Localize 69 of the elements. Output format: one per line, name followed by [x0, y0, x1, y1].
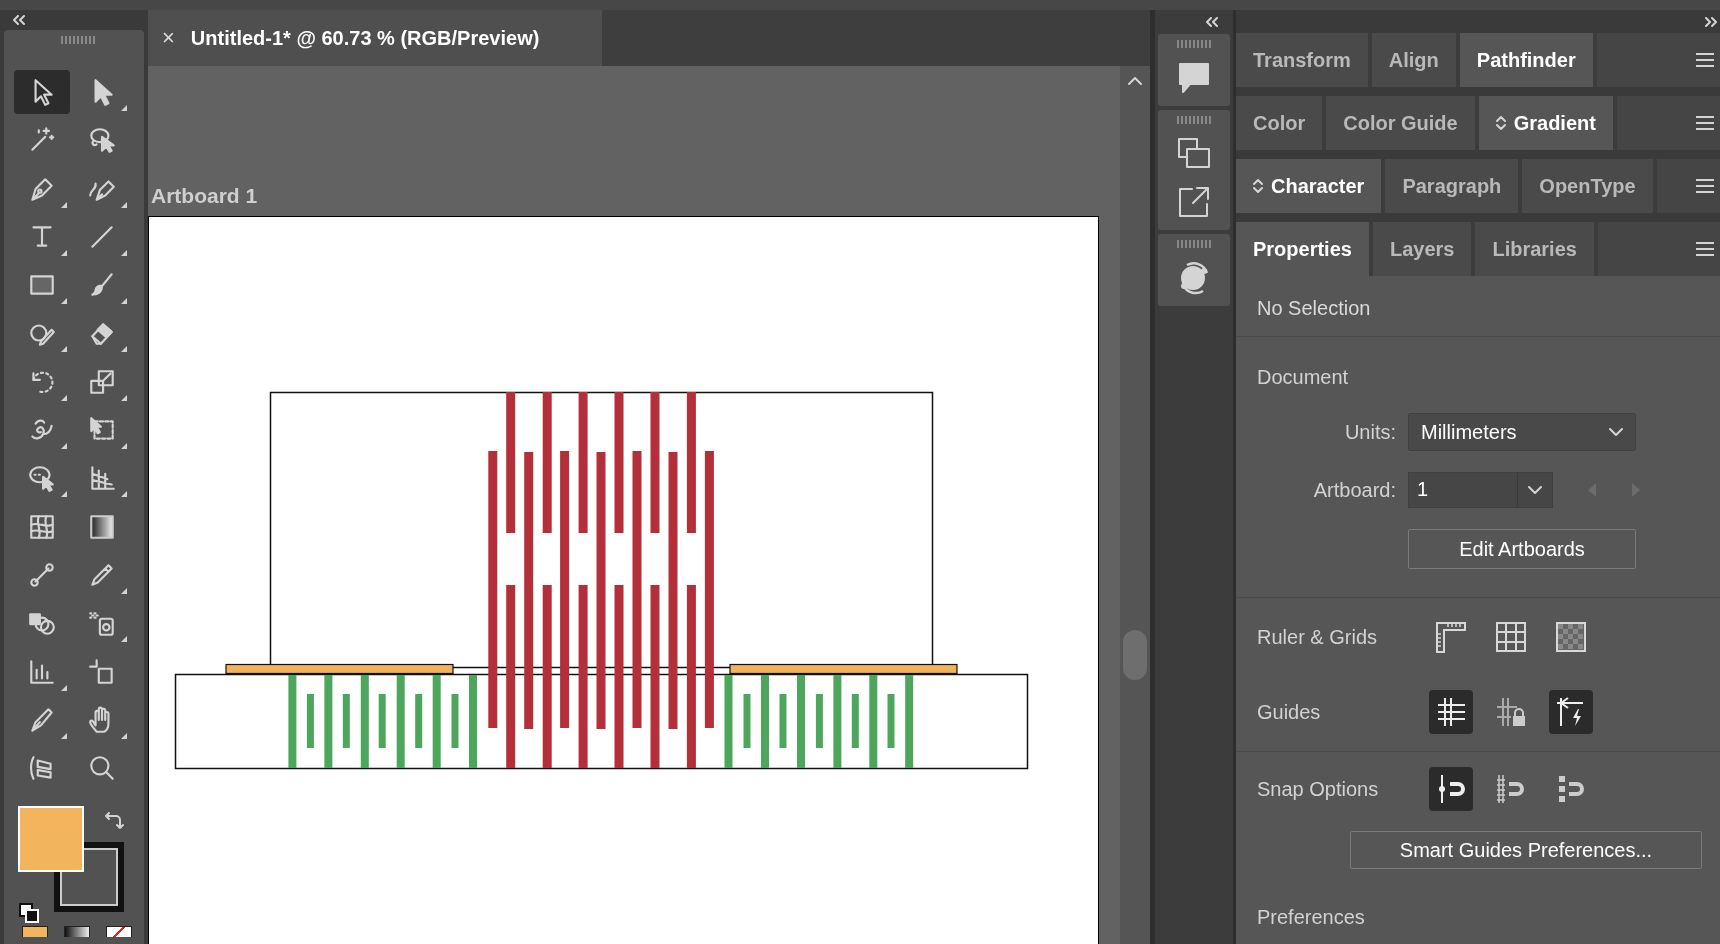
- checkerboard-icon: [1554, 620, 1588, 654]
- panel-menu-button[interactable]: [1696, 116, 1714, 130]
- edit-artboards-button[interactable]: Edit Artboards: [1408, 529, 1636, 569]
- panel-tab[interactable]: Transform: [1236, 33, 1372, 87]
- artboard-combo-box[interactable]: 1: [1408, 472, 1553, 508]
- panel-tab[interactable]: Libraries: [1475, 222, 1598, 276]
- menu-icon: [1696, 116, 1714, 130]
- double-chevron-icon: [12, 15, 26, 25]
- ruler-icon: [1434, 620, 1468, 654]
- panel-tab[interactable]: Layers: [1372, 222, 1476, 276]
- section-label: Guides: [1257, 700, 1322, 724]
- chevron-down-icon: [1609, 427, 1623, 437]
- grip-handle-icon: [1177, 116, 1211, 124]
- section-heading: Document: [1257, 365, 1349, 390]
- grid-icon: [1494, 620, 1528, 654]
- close-button[interactable]: ×: [160, 25, 177, 51]
- section-heading: Preferences: [1257, 905, 1365, 930]
- none-mode-icon[interactable]: [106, 926, 132, 938]
- panel-tab[interactable]: Gradient: [1478, 96, 1617, 150]
- export-icon: [1176, 184, 1212, 220]
- panel-menu-button[interactable]: [1696, 53, 1714, 67]
- toggle-button[interactable]: [1429, 767, 1473, 811]
- up-down-arrows-icon: [1253, 178, 1263, 194]
- scroll-thumb[interactable]: [1123, 630, 1147, 680]
- menu-icon: [1696, 179, 1714, 193]
- panel-menu-button[interactable]: [1696, 179, 1714, 193]
- gradient-mode-icon[interactable]: [64, 926, 90, 938]
- menu-icon: [1696, 242, 1714, 256]
- field-label: Artboard:: [1312, 478, 1396, 502]
- fill-swatch[interactable]: [18, 806, 84, 873]
- panel-tab[interactable]: Character: [1236, 159, 1386, 213]
- double-chevron-icon: [1704, 16, 1718, 27]
- default-colors-icon: [18, 902, 40, 925]
- locked-guides-icon: [1494, 695, 1528, 729]
- chevron-up-icon: [1128, 76, 1142, 85]
- section-label: Ruler & Grids: [1257, 625, 1379, 649]
- grip-handle-icon: [61, 36, 95, 44]
- panel-tab[interactable]: Color: [1236, 96, 1327, 150]
- speech-bubble-icon: [1176, 60, 1212, 96]
- color-mode-icon[interactable]: [22, 926, 48, 938]
- toggle-button[interactable]: [1549, 690, 1593, 734]
- chevron-down-icon: [1528, 485, 1542, 495]
- panel-tab[interactable]: Align: [1371, 33, 1460, 87]
- document-title: Untitled-1* @ 60.73 % (RGB/Preview): [190, 26, 540, 50]
- selection-status: No Selection: [1257, 296, 1371, 321]
- document-tab[interactable]: × Untitled-1* @ 60.73 % (RGB/Preview): [148, 10, 602, 66]
- field-label: Units:: [1343, 420, 1396, 444]
- menu-icon: [1696, 53, 1714, 67]
- grip-handle-icon: [1177, 240, 1211, 248]
- artboard-label: Artboard 1: [151, 183, 258, 209]
- toggle-button[interactable]: [1429, 690, 1473, 734]
- panel-tab[interactable]: Paragraph: [1385, 159, 1523, 213]
- export-button[interactable]: [1176, 184, 1212, 220]
- grip-handle-icon: [1177, 40, 1211, 48]
- units-dropdown[interactable]: Millimeters: [1408, 413, 1636, 451]
- tool-button[interactable]: [14, 70, 70, 114]
- panel-tab[interactable]: Color Guide: [1326, 96, 1479, 150]
- section-label: Snap Options: [1257, 777, 1380, 801]
- speech-cursor-icon: [27, 463, 57, 494]
- lasso-icon: [87, 125, 117, 156]
- smart-guides-preferences-button[interactable]: Smart Guides Preferences...: [1350, 831, 1702, 869]
- vertical-scrollbar[interactable]: [1120, 66, 1150, 944]
- double-chevron-icon: [1205, 17, 1219, 27]
- panel-tab[interactable]: OpenType: [1522, 159, 1657, 213]
- comments-button[interactable]: [1176, 60, 1212, 96]
- up-down-arrows-icon: [1495, 115, 1506, 131]
- panel-tab[interactable]: Properties: [1236, 222, 1373, 276]
- panel-tab[interactable]: Pathfinder: [1459, 33, 1597, 87]
- panel-menu-button[interactable]: [1696, 242, 1714, 256]
